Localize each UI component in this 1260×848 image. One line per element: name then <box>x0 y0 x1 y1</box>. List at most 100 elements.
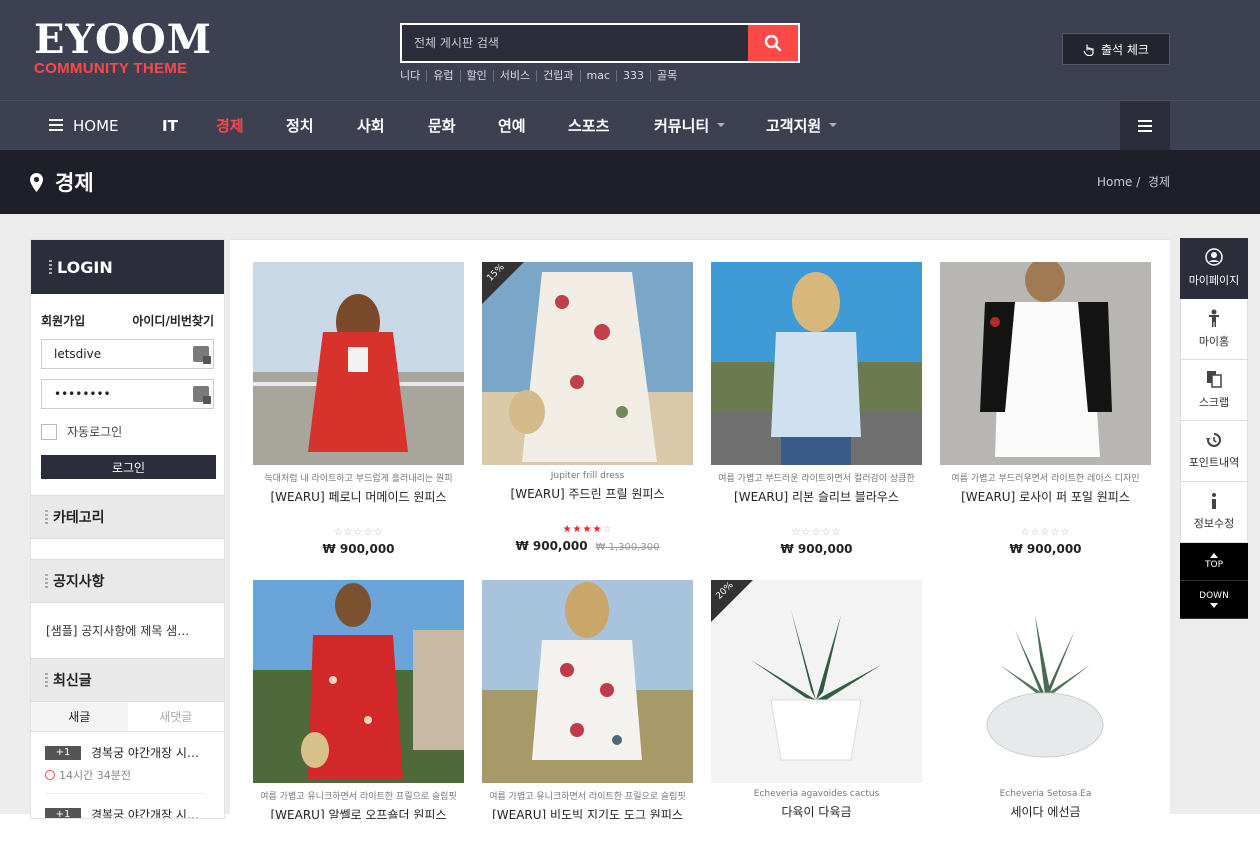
search-box <box>400 23 800 63</box>
product-card[interactable]: 늑대처럼 내 라이트하고 부드럽게 흘러내리는 원피 [WEARU] 페로니 머… <box>253 262 464 556</box>
breadcrumb: Home / 경제 <box>1096 175 1170 189</box>
rating-stars: ☆☆☆☆☆ <box>1020 527 1071 538</box>
search-button[interactable] <box>748 25 798 61</box>
product-name[interactable]: [WEARU] 비도빅 지기도 도그 원피스 <box>482 806 693 819</box>
product-name[interactable]: [WEARU] 리본 슬리브 블라우스 <box>711 488 922 505</box>
nav-community[interactable]: 커뮤니티 <box>654 101 726 151</box>
product-description: 늑대처럼 내 라이트하고 부드럽게 흘러내리는 원피 <box>264 474 453 484</box>
nav-society[interactable]: 사회 <box>357 101 385 151</box>
keyword-link[interactable]: 333 <box>616 70 650 82</box>
comment-count-badge: +1 <box>45 807 81 818</box>
join-link[interactable]: 회원가입 <box>41 312 85 329</box>
grip-icon <box>49 260 52 274</box>
product-card[interactable]: 15% Jupiter frill dress [WEARU] 주드린 프릴 원… <box>482 262 693 553</box>
site-logo[interactable]: EYOOM COMMUNITY THEME <box>34 20 212 77</box>
product-card[interactable]: 여름 가볍고 부드러운 라이트하면서 컬러감이 상큼한 [WEARU] 리본 슬… <box>711 262 922 556</box>
product-image[interactable] <box>940 580 1151 783</box>
tab-new-comment[interactable]: 새댓글 <box>127 702 224 731</box>
scroll-down-button[interactable]: DOWN <box>1180 581 1248 619</box>
user-icon <box>1205 248 1223 266</box>
keyword-link[interactable]: 할인 <box>459 70 493 82</box>
product-image[interactable] <box>940 262 1151 465</box>
product-card[interactable]: Echeveria Setosa Ea 세이다 에선금 ☆☆☆☆☆ <box>940 580 1151 819</box>
nav-home-label: HOME <box>73 117 119 135</box>
product-card[interactable]: 여름 가볍고 유니크하면서 라이트한 프릴으로 슬림핏 [WEARU] 비도빅 … <box>482 580 693 819</box>
auto-login: 자동로그인 <box>41 423 214 440</box>
search-input[interactable] <box>402 25 748 61</box>
latest-header: 최신글 <box>31 658 224 702</box>
popular-keywords: 니다 유럽 할인 서비스 건립과 mac 333 골목 <box>400 70 683 82</box>
sidebar: LOGIN 회원가입 아이디/비번찾기 자동로그인 로그인 카테고리 공지사항 … <box>30 239 225 819</box>
search-icon <box>764 34 782 52</box>
all-menu-button[interactable] <box>1120 101 1170 151</box>
hand-pointer-icon <box>1083 44 1094 56</box>
latest-item[interactable]: +1 경복궁 야간개장 시… 14시간 34분전 <box>31 732 224 794</box>
nav-politics[interactable]: 정치 <box>286 101 314 151</box>
tab-new-post[interactable]: 새글 <box>31 702 128 731</box>
password-manager-icon[interactable] <box>193 346 211 364</box>
product-image[interactable] <box>253 262 464 465</box>
chevron-down-icon <box>717 123 726 127</box>
find-account-link[interactable]: 아이디/비번찾기 <box>132 312 214 329</box>
product-image[interactable]: 15% <box>482 262 693 465</box>
attendance-check-button[interactable]: 출석 체크 <box>1062 33 1170 65</box>
nav-sports[interactable]: 스포츠 <box>568 101 609 151</box>
main-nav: HOME IT 경제 정치 사회 문화 연예 스포츠 커뮤니티 고객지원 <box>0 100 1260 151</box>
product-card[interactable]: 여름 가볍고 부드러우면서 라이트한 레이스 디자인 [WEARU] 로사이 퍼… <box>940 262 1151 556</box>
product-image[interactable]: 20% <box>711 580 922 783</box>
nav-culture[interactable]: 문화 <box>428 101 456 151</box>
product-name[interactable]: 다육이 다육금 <box>711 803 922 819</box>
product-name[interactable]: 세이다 에선금 <box>940 803 1151 819</box>
breadcrumb-current: 경제 <box>1147 175 1170 189</box>
latest-item[interactable]: +1 경복궁 야간개장 시… <box>31 794 224 819</box>
nav-it[interactable]: IT <box>162 101 178 151</box>
product-description: 여름 가볍고 부드러운 라이트하면서 컬러감이 상큼한 <box>718 474 915 484</box>
grip-icon <box>45 673 48 687</box>
scroll-top-button[interactable]: TOP <box>1180 543 1248 581</box>
product-card[interactable]: 20% Echeveria agavoides cactus 다육이 다육금 ☆… <box>711 580 922 819</box>
keyword-link[interactable]: 건립과 <box>536 70 579 82</box>
grip-icon <box>45 510 48 524</box>
rating-stars: ★★★★☆ <box>562 524 613 535</box>
notice-item[interactable]: [샘플] 공지사항에 제목 샘… <box>31 603 224 658</box>
nav-community-label: 커뮤니티 <box>654 117 710 135</box>
product-image[interactable] <box>253 580 464 783</box>
keyword-link[interactable]: mac <box>579 70 617 82</box>
quick-point-history[interactable]: 포인트내역 <box>1180 421 1248 482</box>
info-icon <box>1212 493 1216 509</box>
username-input[interactable] <box>42 340 213 368</box>
original-price: ₩ 1,300,300 <box>595 542 660 553</box>
auto-login-checkbox[interactable] <box>41 423 57 440</box>
page-title-text: 경제 <box>55 171 94 195</box>
nav-home[interactable]: HOME <box>49 101 119 151</box>
login-button[interactable]: 로그인 <box>41 455 216 479</box>
quick-edit-info[interactable]: 정보수정 <box>1180 482 1248 543</box>
keyword-link[interactable]: 서비스 <box>492 70 536 82</box>
nav-entertainment[interactable]: 연예 <box>498 101 526 151</box>
menu-bars-icon <box>1138 120 1152 132</box>
product-name[interactable]: [WEARU] 알쎌로 오프숄더 원피스 <box>253 806 464 819</box>
product-name[interactable]: [WEARU] 페로니 머메이드 원피스 <box>253 488 464 505</box>
map-marker-icon <box>30 172 43 192</box>
menu-bars-icon <box>49 119 63 131</box>
keyword-link[interactable]: 유럽 <box>426 70 459 82</box>
latest-item-title: 경복궁 야간개장 시… <box>91 808 199 819</box>
product-name[interactable]: [WEARU] 주드린 프릴 원피스 <box>482 485 693 502</box>
nav-support[interactable]: 고객지원 <box>766 101 838 151</box>
keyword-link[interactable]: 골목 <box>650 70 683 82</box>
product-image[interactable] <box>482 580 693 783</box>
product-grid: 늑대처럼 내 라이트하고 부드럽게 흘러내리는 원피 [WEARU] 페로니 머… <box>230 239 1170 819</box>
quick-myhome[interactable]: 마이홈 <box>1180 299 1248 360</box>
product-image[interactable] <box>711 262 922 465</box>
password-input[interactable] <box>42 380 213 408</box>
breadcrumb-home[interactable]: Home <box>1097 175 1132 189</box>
arrow-up-icon <box>1210 553 1218 558</box>
quick-scrap[interactable]: 스크랩 <box>1180 360 1248 421</box>
quick-mypage[interactable]: 마이페이지 <box>1180 238 1248 299</box>
nav-economy[interactable]: 경제 <box>216 101 244 151</box>
password-manager-icon[interactable] <box>193 386 211 404</box>
product-name[interactable]: [WEARU] 로사이 퍼 포일 원피스 <box>940 488 1151 505</box>
product-description: Jupiter frill dress <box>550 471 625 481</box>
keyword-link[interactable]: 니다 <box>400 70 426 82</box>
product-card[interactable]: 여름 가볍고 유니크하면서 라이트한 프릴으로 슬림핏 [WEARU] 알쎌로 … <box>253 580 464 819</box>
